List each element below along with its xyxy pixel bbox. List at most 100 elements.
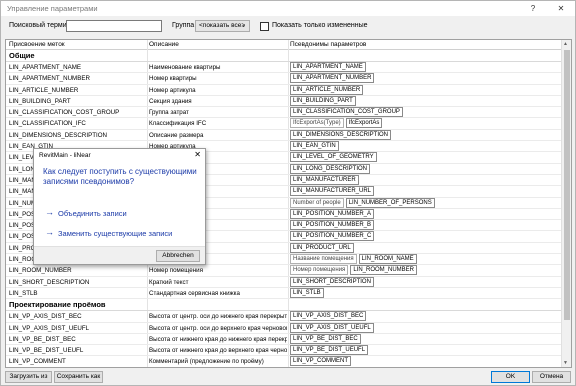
table-row[interactable]: LIN_CLASSIFICATION_IFC Классификация IFC I…	[6, 118, 562, 130]
description-cell: Секция здания	[149, 97, 192, 105]
aliases-cell[interactable]: LIN_DIMENSIONS_DESCRIPTION	[290, 129, 560, 140]
search-label: Поисковый термин	[9, 22, 71, 29]
alias-tag[interactable]: LIN_VP_BE_DIST_BEC	[290, 333, 361, 344]
alias-tag[interactable]: LIN_DIMENSIONS_DESCRIPTION	[290, 129, 392, 140]
parameter-manager-window: Управление параметрами ? ✕ Поисковый тер…	[0, 0, 576, 386]
alias-tag[interactable]: LIN_APARTMENT_NAME	[290, 62, 366, 72]
replace-entries-option[interactable]: → Заменить существующие записи	[42, 225, 202, 241]
alias-tag[interactable]: Номер помещения	[290, 265, 349, 276]
aliases-cell[interactable]: LIN_LONG_DESCRIPTION	[290, 163, 560, 174]
column-header-label[interactable]: Присвоение меток	[9, 41, 65, 48]
dialog-close-button[interactable]: ✕	[194, 150, 201, 159]
aliases-cell[interactable]: Номер помещения LIN_ROOM_NUMBER	[290, 265, 560, 276]
label-cell: LIN_DIMENSIONS_DESCRIPTION	[9, 131, 107, 139]
description-cell: Стандартная сервисная книжка	[149, 289, 240, 297]
ok-button[interactable]: OK	[491, 371, 530, 383]
alias-tag[interactable]: LIN_VP_COMMENT	[290, 356, 352, 367]
scroll-up-icon[interactable]: ▲	[563, 41, 568, 47]
alias-tag[interactable]: Number of people	[290, 197, 344, 208]
table-row[interactable]: LIN_VP_COMMENT Комментарий (предложение п…	[6, 356, 562, 367]
alias-tag[interactable]: Название помещения	[290, 254, 357, 265]
aliases-cell[interactable]: Number of people LIN_NUMBER_OF_PERSONS	[290, 197, 560, 208]
table-row[interactable]: LIN_SHORT_DESCRIPTION Краткий текст LIN_SH…	[6, 276, 562, 288]
aliases-cell[interactable]: LIN_ARTICLE_NUMBER	[290, 84, 560, 95]
aliases-cell[interactable]: LIN_POSITION_NUMBER_A	[290, 208, 560, 219]
alias-tag[interactable]: IfcExportAs	[345, 118, 383, 129]
search-input[interactable]	[66, 20, 162, 32]
table-row[interactable]: LIN_VP_BE_DIST_UEUFL Высота от нижнего кр…	[6, 345, 562, 357]
aliases-cell[interactable]: LIN_VP_COMMENT	[290, 356, 560, 367]
table-row[interactable]: LIN_BUILDING_PART Секция здания LIN_BUILDI…	[6, 95, 562, 108]
alias-tag[interactable]: LIN_SHORT_DESCRIPTION	[290, 276, 374, 287]
table-row[interactable]: LIN_VP_BE_DIST_BEC Высота от нижнего края…	[6, 333, 562, 346]
aliases-cell[interactable]: LIN_MANUFACTURER_URL	[290, 186, 560, 197]
alias-tag[interactable]: LIN_BUILDING_PART	[290, 95, 356, 106]
alias-tag[interactable]: LIN_MANUFACTURER	[290, 174, 359, 185]
table-row[interactable]: LIN_DIMENSIONS_DESCRIPTION Описание разме…	[6, 129, 562, 142]
description-cell: Высота от нижнего края до верхнего края …	[149, 347, 287, 355]
merge-entries-option[interactable]: → Объединить записи	[42, 205, 202, 221]
alias-tag[interactable]: LIN_EAN_GTIN	[290, 141, 339, 152]
alias-tag[interactable]: LIN_ROOM_NAME	[358, 254, 417, 265]
table-row[interactable]: LIN_STLB Стандартная сервисная книжка LIN_…	[6, 287, 562, 300]
vertical-scrollbar[interactable]: ▲ ▼	[561, 40, 571, 367]
alias-tag[interactable]: LIN_ROOM_NUMBER	[350, 265, 417, 276]
aliases-cell[interactable]: LIN_POSITION_NUMBER_B	[290, 220, 560, 231]
alias-tag[interactable]: LIN_POSITION_NUMBER_A	[290, 208, 375, 219]
alias-tag[interactable]: LIN_POSITION_NUMBER_C	[290, 231, 375, 242]
aliases-cell[interactable]: LIN_BUILDING_PART	[290, 95, 560, 106]
aliases-cell[interactable]: Название помещения LIN_ROOM_NAME	[290, 254, 560, 265]
group-select[interactable]: <показать все> ⌄	[195, 20, 250, 32]
aliases-cell[interactable]: LIN_POSITION_NUMBER_C	[290, 231, 560, 242]
alias-tag[interactable]: LIN_APARTMENT_NUMBER	[290, 73, 375, 84]
aliases-cell[interactable]: LIN_EAN_GTIN	[290, 141, 560, 152]
aliases-cell[interactable]: LIN_VP_AXIS_DIST_UEUFL	[290, 322, 560, 333]
aliases-cell[interactable]: LIN_LEVEL_OF_GEOMETRY	[290, 152, 560, 163]
save-as-button[interactable]: Сохранить как ...	[54, 371, 103, 386]
scroll-down-icon[interactable]: ▼	[563, 360, 568, 366]
table-row[interactable]: LIN_VP_AXIS_DIST_BEC Высота от центр. оси…	[6, 311, 562, 323]
column-header-description[interactable]: Описание	[149, 41, 179, 48]
alias-tag[interactable]: LIN_MANUFACTURER_URL	[290, 186, 375, 197]
label-cell: LIN_VP_BE_DIST_UEUFL	[9, 347, 84, 355]
alias-tag[interactable]: IfcExportAs(Type)	[290, 118, 344, 129]
aliases-cell[interactable]: LIN_MANUFACTURER	[290, 174, 560, 185]
alias-tag[interactable]: LIN_VP_BE_DIST_UEUFL	[290, 345, 369, 356]
aliases-cell[interactable]: LIN_STLB	[290, 287, 560, 298]
alias-tag[interactable]: LIN_ARTICLE_NUMBER	[290, 84, 364, 95]
aliases-cell[interactable]: LIN_VP_BE_DIST_BEC	[290, 333, 560, 344]
table-row[interactable]: LIN_APARTMENT_NAME Наименование квартиры L…	[6, 62, 562, 74]
alias-tag[interactable]: LIN_NUMBER_OF_PERSONS	[345, 197, 435, 208]
alias-tag[interactable]: LIN_VP_AXIS_DIST_BEC	[290, 311, 367, 322]
table-row[interactable]: LIN_ROOM_NUMBER Номер помещения Номер поме…	[6, 265, 562, 277]
load-from-button[interactable]: Загрузить из ...	[5, 371, 52, 386]
aliases-cell[interactable]: LIN_APARTMENT_NUMBER	[290, 73, 560, 84]
help-button[interactable]: ?	[519, 1, 547, 16]
alias-tag[interactable]: LIN_POSITION_NUMBER_B	[290, 220, 375, 231]
table-row[interactable]: LIN_ARTICLE_NUMBER Номер артикула LIN_ARTI…	[6, 84, 562, 96]
table-row[interactable]: LIN_VP_AXIS_DIST_UEUFL Высота от центр. о…	[6, 322, 562, 334]
aliases-cell[interactable]: LIN_APARTMENT_NAME	[290, 62, 560, 72]
show-changed-checkbox[interactable]	[260, 22, 269, 31]
alias-tag[interactable]: LIN_LONG_DESCRIPTION	[290, 163, 371, 174]
aliases-cell[interactable]: LIN_PRODUCT_URL	[290, 242, 560, 253]
table-row[interactable]: LIN_CLASSIFICATION_COST_GROUP Группа затр…	[6, 107, 562, 119]
alias-tag[interactable]: LIN_LEVEL_OF_GEOMETRY	[290, 152, 377, 163]
aliases-cell[interactable]: LIN_SHORT_DESCRIPTION	[290, 276, 560, 287]
aliases-cell[interactable]: LIN_CLASSIFICATION_COST_GROUP	[290, 107, 560, 118]
table-row[interactable]: LIN_APARTMENT_NUMBER Номер квартиры LIN_AP…	[6, 73, 562, 85]
cancel-button[interactable]: Отмена	[532, 371, 571, 383]
aliases-cell[interactable]: LIN_VP_BE_DIST_UEUFL	[290, 345, 560, 356]
column-header-aliases[interactable]: Псевдонимы параметров	[290, 41, 366, 48]
dialog-cancel-button[interactable]: Abbrechen	[156, 250, 200, 262]
description-cell: Высота от центр. оси до нижнего края пер…	[149, 313, 287, 321]
close-window-button[interactable]: ✕	[547, 1, 575, 16]
aliases-cell[interactable]: LIN_VP_AXIS_DIST_BEC	[290, 311, 560, 322]
alias-tag[interactable]: LIN_STLB	[290, 287, 324, 298]
alias-tag[interactable]: LIN_VP_AXIS_DIST_UEUFL	[290, 322, 374, 333]
alias-tag[interactable]: LIN_CLASSIFICATION_COST_GROUP	[290, 107, 403, 118]
label-cell: LIN_APARTMENT_NUMBER	[9, 75, 90, 83]
alias-tag[interactable]: LIN_PRODUCT_URL	[290, 242, 354, 253]
aliases-cell[interactable]: IfcExportAs(Type) IfcExportAs	[290, 118, 560, 129]
scrollbar-thumb[interactable]	[564, 50, 570, 320]
